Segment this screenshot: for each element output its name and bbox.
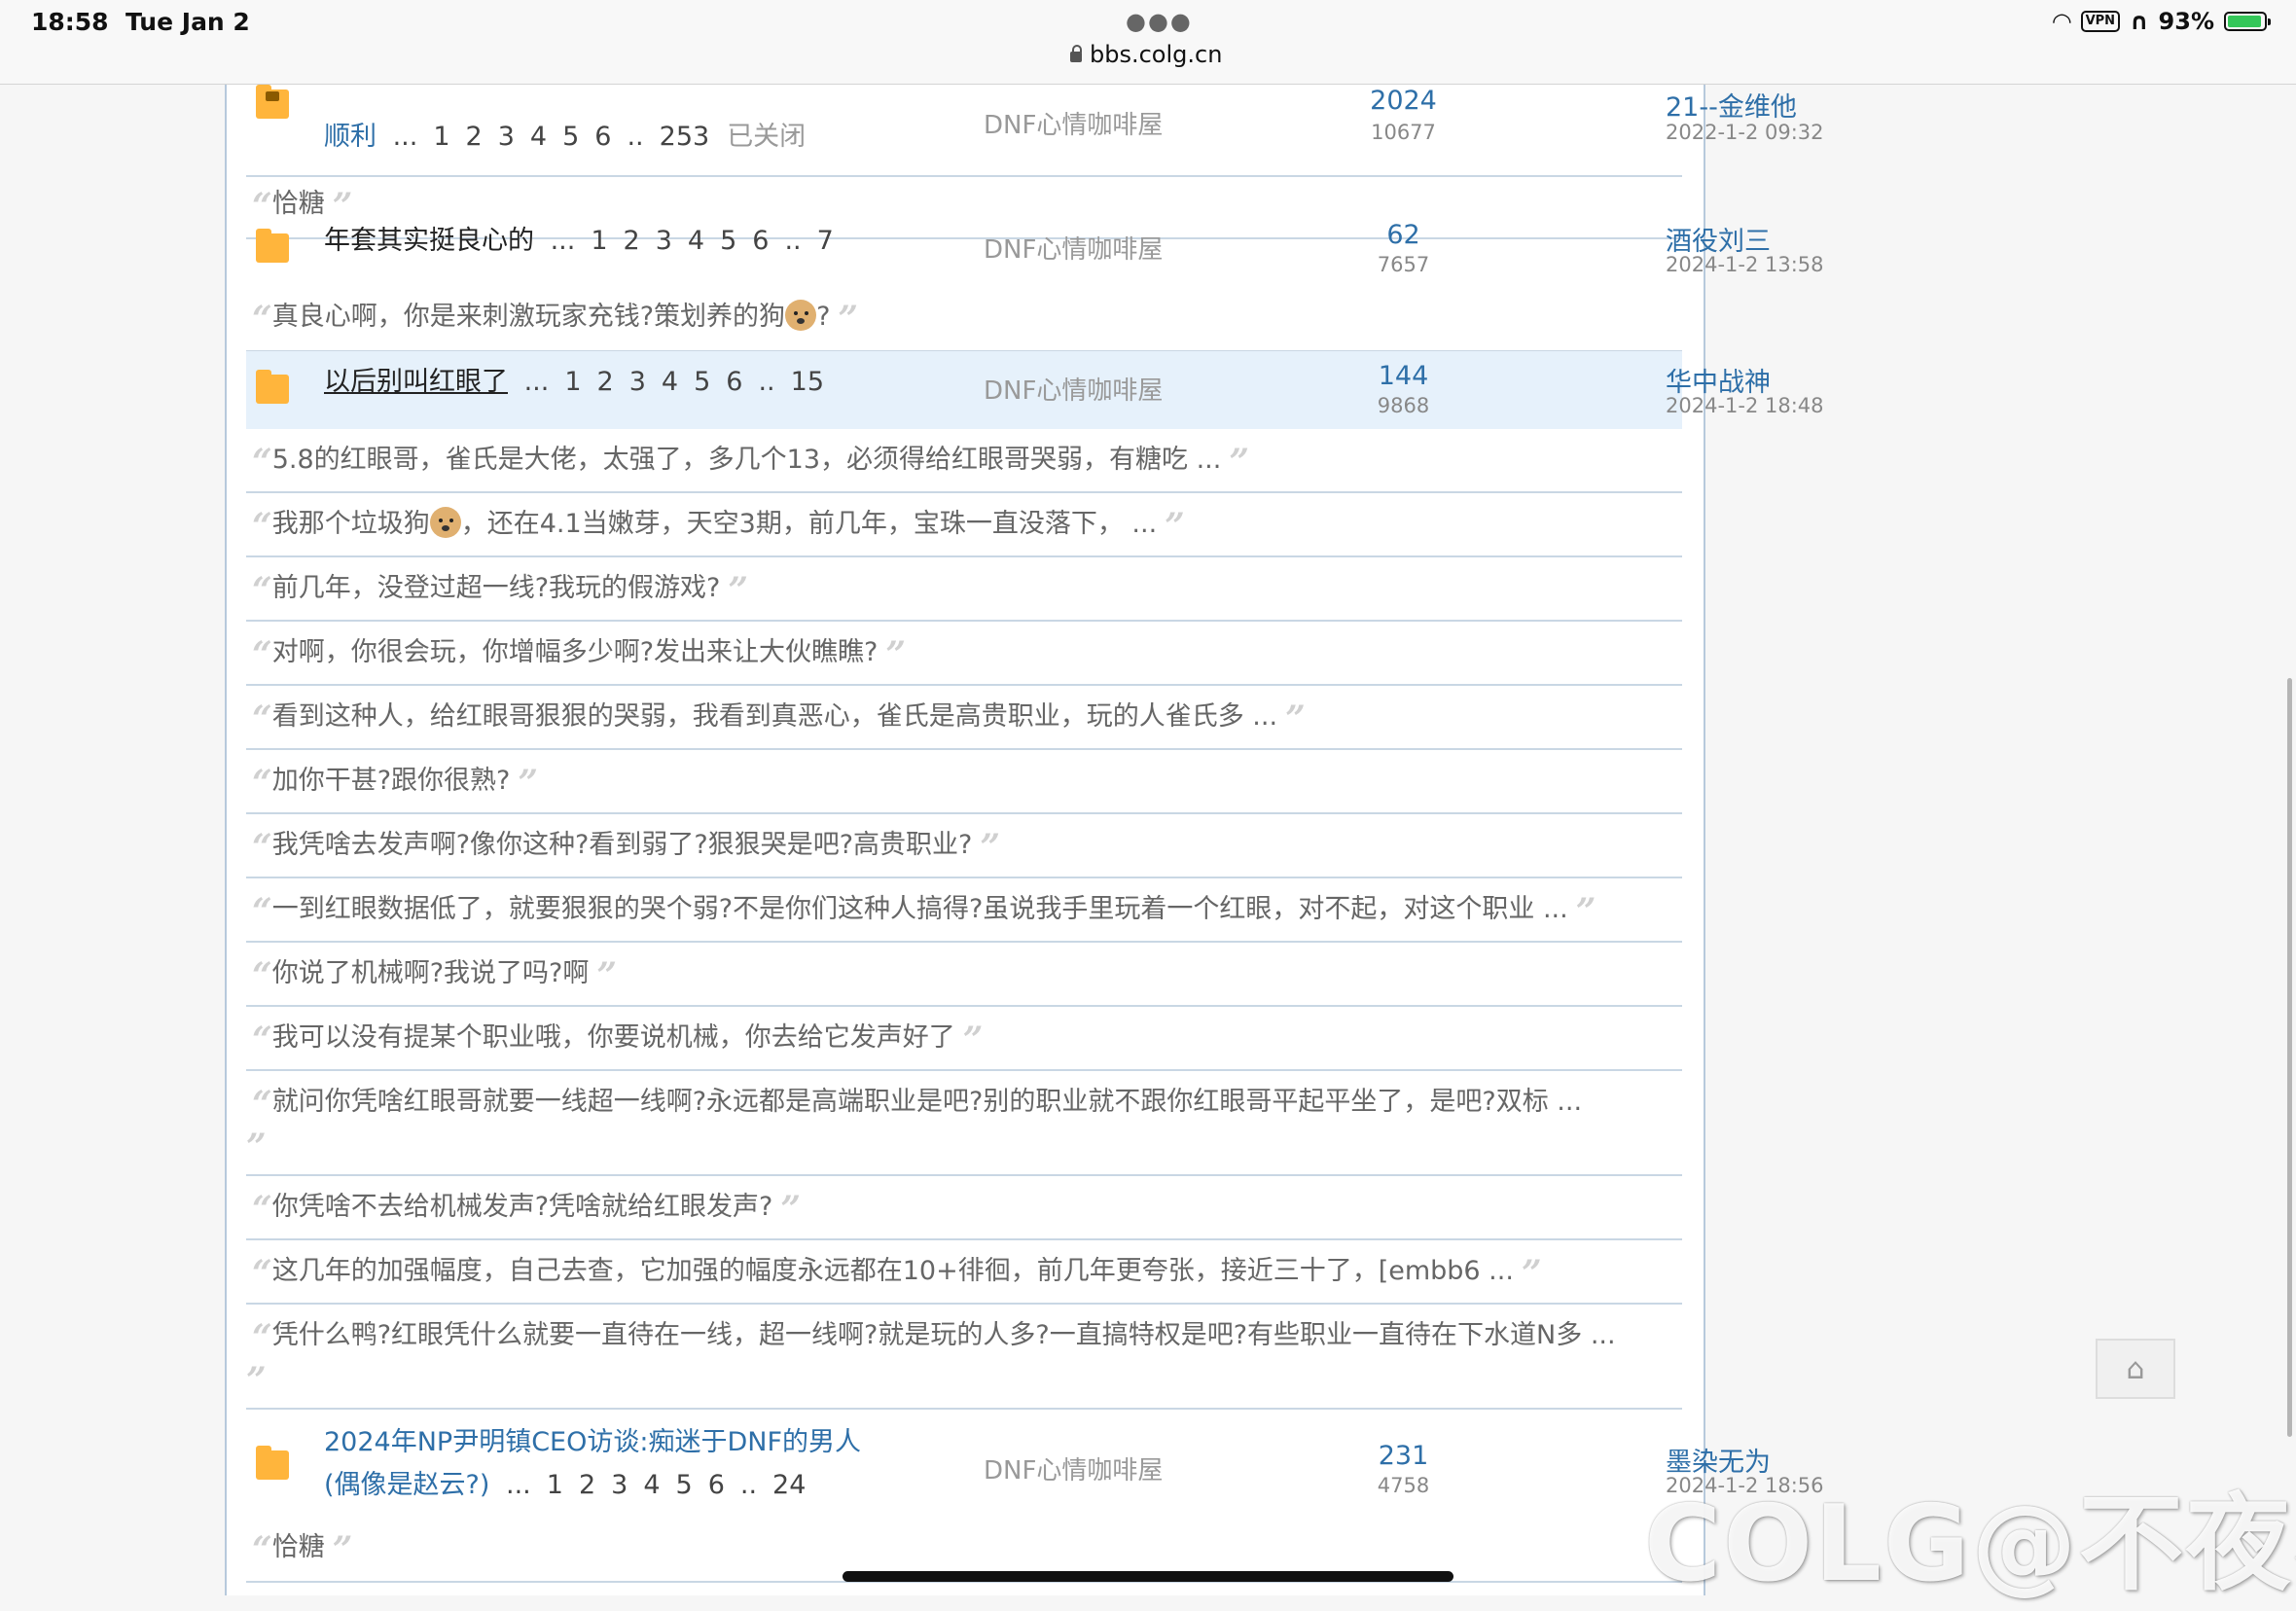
more-dots-icon[interactable]: ●●●: [1126, 8, 1193, 35]
folder-icon: [256, 229, 289, 263]
thread-title[interactable]: 2024年NP尹明镇CEO访谈:痴迷于DNF的男人: [324, 1421, 861, 1464]
reply-preview[interactable]: “一到红眼数据低了，就要狠狠的哭个弱?不是你们这种人搞得?虽说我手里玩着一个红眼…: [246, 878, 1682, 943]
headphones-icon: ∩: [2130, 8, 2149, 35]
status-icons: ◠ VPN ∩ 93%: [2053, 8, 2271, 35]
dog-emoji-icon: [429, 507, 461, 538]
forum-name[interactable]: DNF心情咖啡屋: [984, 105, 1163, 141]
reply-preview[interactable]: “凭什么鸭?红眼凭什么就要一直待在一线，超一线啊?就是玩的人多?一直搞特权是吧?…: [246, 1305, 1682, 1410]
reply-preview[interactable]: “你凭啥不去给机械发声?凭啥就给红眼发声?”: [246, 1176, 1682, 1240]
view-count: 4758: [1377, 1474, 1430, 1497]
vpn-icon: VPN: [2080, 11, 2121, 32]
locked-folder-icon: [256, 85, 289, 119]
folder-icon: [256, 1446, 289, 1480]
scrollbar[interactable]: [2287, 678, 2292, 1437]
last-post-date: 2022-1-2 09:32: [1666, 121, 1824, 144]
watermark: COLG@不夜星: [1644, 1484, 2296, 1605]
view-count: 9868: [1377, 394, 1430, 417]
thread-row[interactable]: 2024年NP尹明镇CEO访谈:痴迷于DNF的男人 (偶像是赵云?) ... 1 2…: [246, 1410, 1824, 1521]
reply-preview[interactable]: “就问你凭啥红眼哥就要一线超一线啊?永远都是高端职业是吧?别的职业就不跟你红眼哥…: [246, 1071, 1682, 1176]
reply-preview[interactable]: “我凭啥去发声啊?像你这种?看到弱了?狠狠哭是吧?高贵职业?”: [246, 814, 1682, 878]
thread-title[interactable]: 年套其实挺良心的 ... 1 2 3 4 5 6.. 7: [324, 220, 842, 263]
view-count: 7657: [1377, 253, 1430, 276]
battery-icon: [2224, 12, 2271, 31]
thread-row-highlighted[interactable]: 以后别叫红眼了 ... 1 2 3 4 5 6.. 15 DNF心情咖啡屋 144 9868 …: [246, 351, 1824, 429]
home-indicator[interactable]: [843, 1571, 1453, 1582]
reply-count: 2024: [1370, 86, 1437, 116]
thread-title-line2[interactable]: (偶像是赵云?) ... 1 2 3 4 5 6.. 24: [324, 1464, 813, 1507]
folder-icon: [256, 370, 289, 404]
open-quote-icon: “: [252, 299, 272, 340]
last-post-date: 2024-1-2 18:48: [1666, 394, 1824, 417]
forum-name[interactable]: DNF心情咖啡屋: [984, 371, 1163, 407]
status-bar: 18:58 Tue Jan 2 ●●● bbs.colg.cn ◠ VPN ∩ …: [0, 0, 2296, 85]
reply-preview[interactable]: “5.8的红眼哥，雀氏是大佬，太强了，多几个13，必须得给红眼哥哭弱，有糖吃 .…: [246, 429, 1682, 493]
last-poster[interactable]: 21--金维他: [1666, 86, 1797, 124]
reply-count: 144: [1378, 361, 1429, 391]
battery-percent: 93%: [2158, 8, 2214, 35]
forum-name[interactable]: DNF心情咖啡屋: [984, 230, 1163, 266]
view-count: 10677: [1371, 121, 1436, 144]
thread-row[interactable]: 年套其实挺良心的 ... 1 2 3 4 5 6.. 7 DNF心情咖啡屋 62 7657 酒…: [246, 208, 1824, 290]
scroll-to-top-button[interactable]: ⌂: [2096, 1339, 2175, 1399]
close-quote-icon: ”: [838, 299, 858, 340]
closed-label: 已关闭: [727, 122, 807, 152]
thread-list: 顺利 ... 1 2 3 4 5 6.. 253 已关闭 DNF心情咖啡屋 2024 10677…: [225, 84, 1824, 1595]
forum-name[interactable]: DNF心情咖啡屋: [984, 1450, 1163, 1486]
reply-preview[interactable]: “前几年，没登过超一线?我玩的假游戏?”: [246, 557, 1682, 622]
reply-preview[interactable]: “加你干甚?跟你很熟?”: [246, 750, 1682, 814]
reply-preview[interactable]: “真良心啊，你是来刺激玩家充钱?策划养的狗?”: [246, 290, 1682, 352]
reply-preview[interactable]: “这几年的加强幅度，自己去查，它加强的幅度永远都在10+徘徊，前几年更夸张，接近…: [246, 1240, 1682, 1305]
reply-count: 62: [1386, 220, 1420, 250]
reply-preview[interactable]: “我可以没有提某个职业哦，你要说机械，你去给它发声好了”: [246, 1007, 1682, 1071]
status-time: 18:58 Tue Jan 2: [31, 8, 250, 36]
reply-preview[interactable]: “我那个垃圾狗 ，还在4.1当嫩芽，天空3期，前几年，宝珠一直没落下， ...”: [246, 493, 1682, 557]
thread-title[interactable]: 顺利 ... 1 2 3 4 5 6.. 253 已关闭: [324, 116, 806, 159]
reply-preview[interactable]: “看到这种人，给红眼哥狠狠的哭弱，我看到真恶心，雀氏是高贵职业，玩的人雀氏多 .…: [246, 686, 1682, 750]
wifi-icon: ◠: [2053, 8, 2071, 35]
lock-icon: [1070, 45, 1082, 62]
address-bar[interactable]: bbs.colg.cn: [1070, 41, 1222, 68]
reply-preview[interactable]: “你说了机械啊?我说了吗?啊”: [246, 943, 1682, 1007]
arrow-up-to-top-icon: ⌂: [2126, 1351, 2145, 1386]
reply-preview[interactable]: “对啊，你很会玩，你增幅多少啊?发出来让大伙瞧瞧?”: [246, 622, 1682, 686]
last-post-date: 2024-1-2 13:58: [1666, 253, 1824, 276]
dog-emoji-icon: [785, 300, 817, 331]
reply-count: 231: [1378, 1441, 1429, 1471]
thread-title[interactable]: 以后别叫红眼了 ... 1 2 3 4 5 6.. 15: [324, 361, 832, 404]
